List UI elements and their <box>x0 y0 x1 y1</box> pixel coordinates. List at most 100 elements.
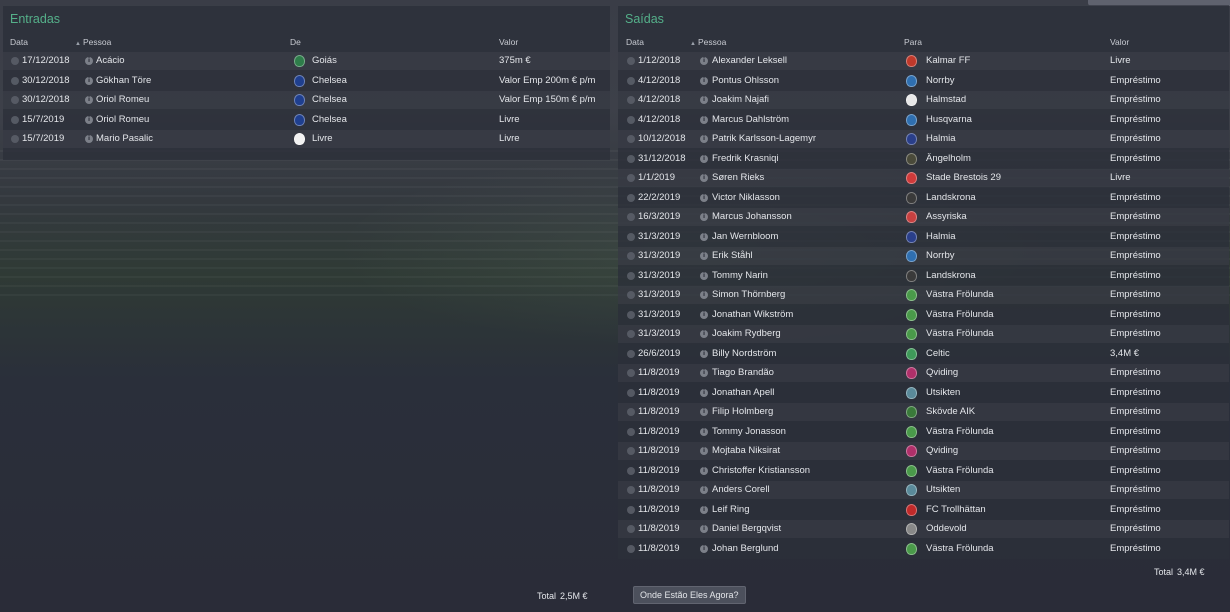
row-club[interactable]: Qviding <box>926 364 958 382</box>
row-person[interactable]: Filip Holmberg <box>712 403 773 421</box>
row-select-icon[interactable] <box>11 57 19 65</box>
info-icon[interactable]: i <box>700 115 708 124</box>
row-select-icon[interactable] <box>627 174 635 182</box>
row-club[interactable]: Assyriska <box>926 208 967 226</box>
info-icon[interactable]: i <box>700 330 708 338</box>
incoming-header-value[interactable]: Valor <box>499 37 518 47</box>
row-person[interactable]: Billy Nordström <box>712 345 776 363</box>
row-person[interactable]: Johan Berglund <box>712 540 779 558</box>
row-select-icon[interactable] <box>11 135 19 143</box>
row-select-icon[interactable] <box>627 252 635 260</box>
row-club[interactable]: Utsikten <box>926 481 960 499</box>
row-club[interactable]: Chelsea <box>312 91 347 109</box>
table-row[interactable]: 16/3/2019 i Marcus Johansson Assyriska Empré… <box>618 208 1229 226</box>
row-person[interactable]: Tiago Brandão <box>712 364 774 382</box>
info-icon[interactable]: i <box>700 388 708 397</box>
row-person[interactable]: Søren Rieks <box>712 169 764 187</box>
row-club[interactable]: Kalmar FF <box>926 52 970 70</box>
row-club[interactable]: Västra Frölunda <box>926 423 994 441</box>
row-person[interactable]: Patrik Karlsson-Lagemyr <box>712 130 816 148</box>
table-row[interactable]: 4/12/2018 i Pontus Ohlsson Norrby Empréstimo <box>618 72 1229 90</box>
row-person[interactable]: Fredrik Krasniqi <box>712 150 779 168</box>
table-row[interactable]: 11/8/2019 i Tommy Jonasson Västra Frölunda E… <box>618 423 1229 441</box>
row-person[interactable]: Marcus Dahlström <box>712 111 789 129</box>
row-select-icon[interactable] <box>627 135 635 143</box>
row-club[interactable]: Stade Brestois 29 <box>926 169 1001 187</box>
table-row[interactable]: 11/8/2019 i Daniel Bergqvist Oddevold Emprés… <box>618 520 1229 538</box>
row-club[interactable]: Celtic <box>926 345 950 363</box>
row-person[interactable]: Acácio <box>96 52 125 70</box>
row-club[interactable]: Landskrona <box>926 189 976 207</box>
info-icon[interactable]: i <box>700 349 708 358</box>
row-select-icon[interactable] <box>627 349 635 358</box>
row-select-icon[interactable] <box>627 291 635 299</box>
info-icon[interactable]: i <box>700 252 708 260</box>
row-select-icon[interactable] <box>627 154 635 163</box>
row-club[interactable]: Utsikten <box>926 384 960 402</box>
info-icon[interactable]: i <box>700 135 708 143</box>
row-person[interactable]: Joakim Najafi <box>712 91 769 109</box>
table-row[interactable]: 4/12/2018 i Joakim Najafi Halmstad Empréstim… <box>618 91 1229 109</box>
table-row[interactable]: 31/3/2019 i Tommy Narin Landskrona Empréstim… <box>618 267 1229 285</box>
info-icon[interactable]: i <box>700 232 708 241</box>
table-row[interactable]: 30/12/2018 i Oriol Romeu Chelsea Valor Emp 1… <box>3 91 610 109</box>
row-person[interactable]: Jonathan Wikström <box>712 306 793 324</box>
row-club[interactable]: Norrby <box>926 72 955 90</box>
table-row[interactable]: 1/12/2018 i Alexander Leksell Kalmar FF Livr… <box>618 52 1229 70</box>
row-person[interactable]: Erik Ståhl <box>712 247 753 265</box>
incoming-header-person[interactable]: ▲ Pessoa <box>75 37 111 47</box>
row-select-icon[interactable] <box>11 115 19 124</box>
row-club[interactable]: Halmstad <box>926 91 966 109</box>
outgoing-header-date[interactable]: Data <box>626 37 644 47</box>
info-icon[interactable]: i <box>700 505 708 514</box>
row-select-icon[interactable] <box>627 525 635 533</box>
info-icon[interactable]: i <box>85 76 93 85</box>
info-icon[interactable]: i <box>85 135 93 143</box>
row-club[interactable]: FC Trollhättan <box>926 501 986 519</box>
row-person[interactable]: Tommy Jonasson <box>712 423 786 441</box>
row-club[interactable]: Qviding <box>926 442 958 460</box>
row-select-icon[interactable] <box>627 505 635 514</box>
table-row[interactable]: 31/3/2019 i Erik Ståhl Norrby Empréstimo <box>618 247 1229 265</box>
row-person[interactable]: Mojtaba Niksirat <box>712 442 780 460</box>
where-are-they-now-button[interactable]: Onde Estão Eles Agora? <box>633 586 746 604</box>
info-icon[interactable]: i <box>700 466 708 475</box>
table-row[interactable]: 1/1/2019 i Søren Rieks Stade Brestois 29 Liv… <box>618 169 1229 187</box>
row-club[interactable]: Västra Frölunda <box>926 462 994 480</box>
row-club[interactable]: Landskrona <box>926 267 976 285</box>
info-icon[interactable]: i <box>700 427 708 436</box>
info-icon[interactable]: i <box>700 544 708 553</box>
info-icon[interactable]: i <box>85 96 93 104</box>
info-icon[interactable]: i <box>700 369 708 377</box>
row-club[interactable]: Västra Frölunda <box>926 286 994 304</box>
row-select-icon[interactable] <box>627 232 635 241</box>
row-person[interactable]: Tommy Narin <box>712 267 768 285</box>
info-icon[interactable]: i <box>700 271 708 280</box>
row-club[interactable]: Chelsea <box>312 111 347 129</box>
table-row[interactable]: 11/8/2019 i Filip Holmberg Skövde AIK Emprés… <box>618 403 1229 421</box>
row-select-icon[interactable] <box>627 544 635 553</box>
row-person[interactable]: Oriol Romeu <box>96 91 149 109</box>
row-person[interactable]: Marcus Johansson <box>712 208 792 226</box>
row-select-icon[interactable] <box>627 486 635 494</box>
row-select-icon[interactable] <box>627 193 635 202</box>
row-club[interactable]: Västra Frölunda <box>926 306 994 324</box>
table-row[interactable]: 15/7/2019 i Oriol Romeu Chelsea Livre <box>3 111 610 129</box>
table-row[interactable]: 26/6/2019 i Billy Nordström Celtic 3,4M € <box>618 345 1229 363</box>
outgoing-header-to[interactable]: Para <box>904 37 922 47</box>
row-select-icon[interactable] <box>627 115 635 124</box>
table-row[interactable]: 11/8/2019 i Christoffer Kristiansson Västra… <box>618 462 1229 480</box>
table-row[interactable]: 4/12/2018 i Marcus Dahlström Husqvarna Empré… <box>618 111 1229 129</box>
row-select-icon[interactable] <box>627 76 635 85</box>
table-row[interactable]: 22/2/2019 i Victor Niklasson Landskrona Empr… <box>618 189 1229 207</box>
row-select-icon[interactable] <box>11 76 19 85</box>
info-icon[interactable]: i <box>85 115 93 124</box>
row-person[interactable]: Joakim Rydberg <box>712 325 781 343</box>
row-person[interactable]: Jonathan Apell <box>712 384 774 402</box>
row-club[interactable]: Goiás <box>312 52 337 70</box>
table-row[interactable]: 17/12/2018 i Acácio Goiás 375m € <box>3 52 610 70</box>
info-icon[interactable]: i <box>700 57 708 65</box>
table-row[interactable]: 11/8/2019 i Anders Corell Utsikten Empréstim… <box>618 481 1229 499</box>
row-club[interactable]: Livre <box>312 130 333 148</box>
row-select-icon[interactable] <box>627 57 635 65</box>
